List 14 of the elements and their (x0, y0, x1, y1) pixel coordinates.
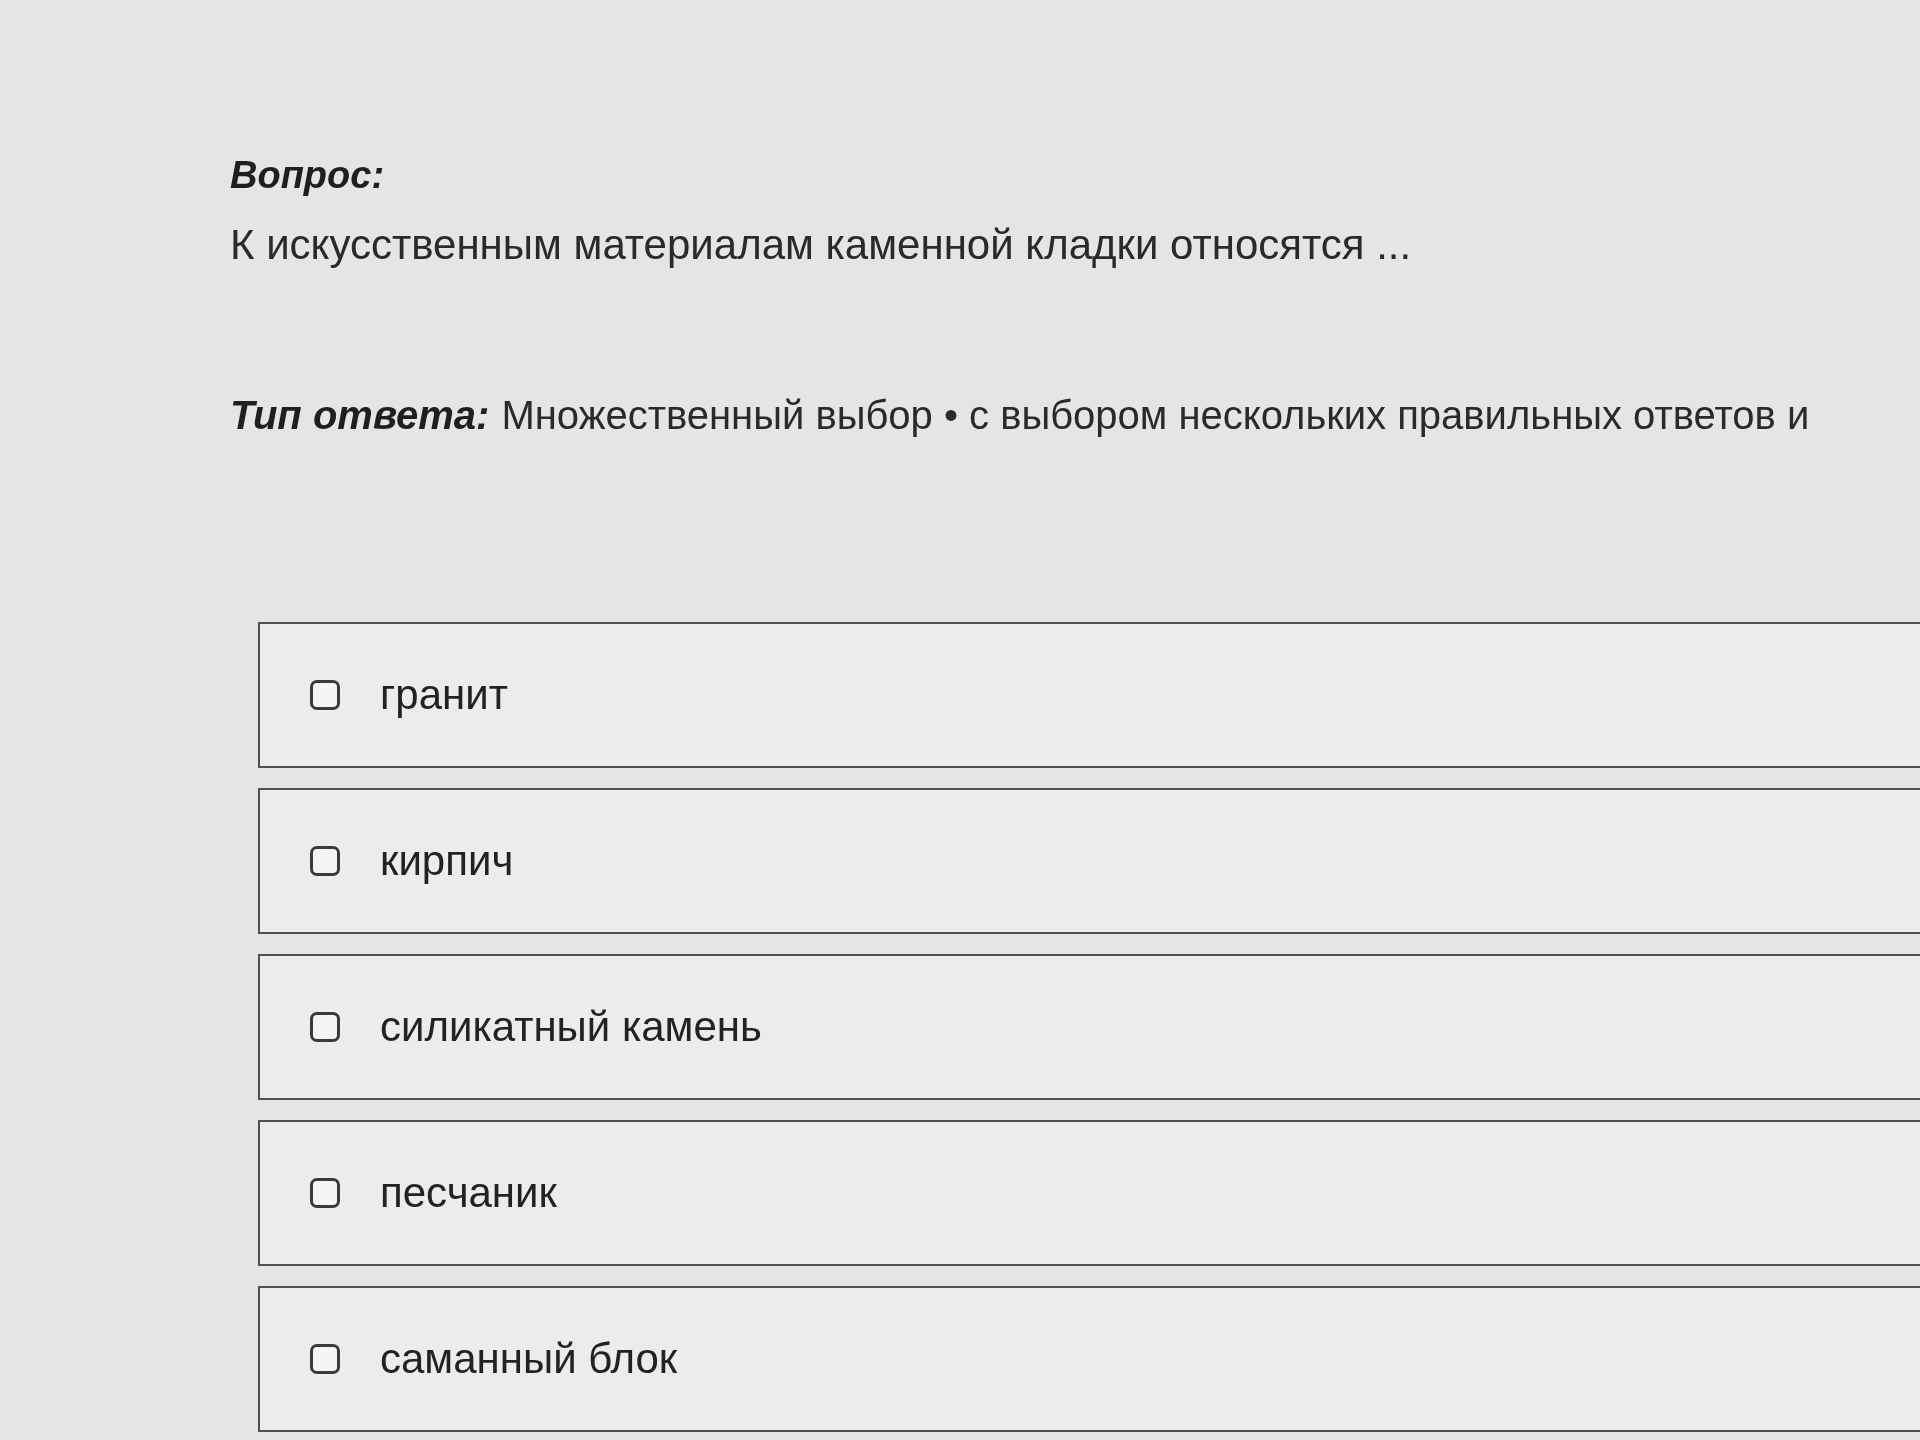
checkbox[interactable] (310, 846, 340, 876)
question-label: Вопрос: (230, 153, 385, 198)
checkbox[interactable] (310, 1344, 340, 1374)
answer-type-text: Множественный выбор • с выбором нескольких правильных ответов и (501, 392, 1810, 439)
option-label: песчаник (380, 1168, 557, 1218)
option-label: саманный блок (380, 1334, 678, 1384)
answer-type-label: Тип ответа: (230, 392, 490, 439)
option-label: гранит (380, 670, 508, 720)
option-label: кирпич (380, 836, 514, 886)
checkbox[interactable] (310, 1178, 340, 1208)
question-text: К искусственным материалам каменной кладки относятся ... (230, 220, 1412, 270)
checkbox[interactable] (310, 1012, 340, 1042)
option-label: силикатный камень (380, 1002, 762, 1052)
checkbox[interactable] (310, 680, 340, 710)
